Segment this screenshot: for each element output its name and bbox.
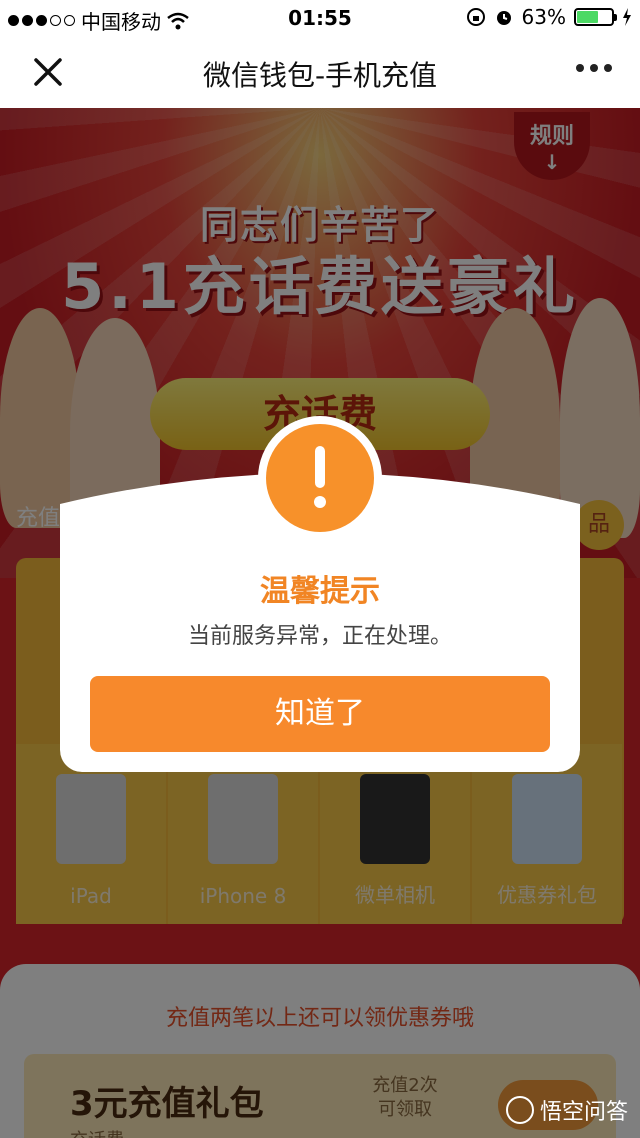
nav-bar: 微信钱包-手机充值 bbox=[0, 36, 640, 108]
wukong-logo-icon bbox=[505, 1096, 534, 1124]
status-bar: 中国移动 01:55 63% bbox=[0, 0, 640, 36]
alert-dialog: 温馨提示 当前服务异常，正在处理。 知道了 bbox=[60, 416, 580, 772]
watermark-text: 悟空问答 bbox=[539, 1100, 628, 1125]
rotation-lock-icon bbox=[466, 8, 485, 26]
dialog-message: 当前服务异常，正在处理。 bbox=[187, 624, 452, 649]
dialog-title: 温馨提示 bbox=[260, 574, 380, 609]
watermark: 悟空问答 bbox=[505, 1094, 628, 1126]
alarm-icon bbox=[496, 11, 511, 25]
battery-percent: 63% bbox=[521, 5, 566, 29]
exclamation-icon bbox=[266, 424, 374, 532]
battery-icon bbox=[574, 8, 617, 26]
more-icon[interactable] bbox=[576, 64, 612, 72]
charging-icon bbox=[623, 8, 631, 26]
confirm-button[interactable]: 知道了 bbox=[90, 676, 550, 752]
page-title: 微信钱包-手机充值 bbox=[202, 59, 438, 92]
